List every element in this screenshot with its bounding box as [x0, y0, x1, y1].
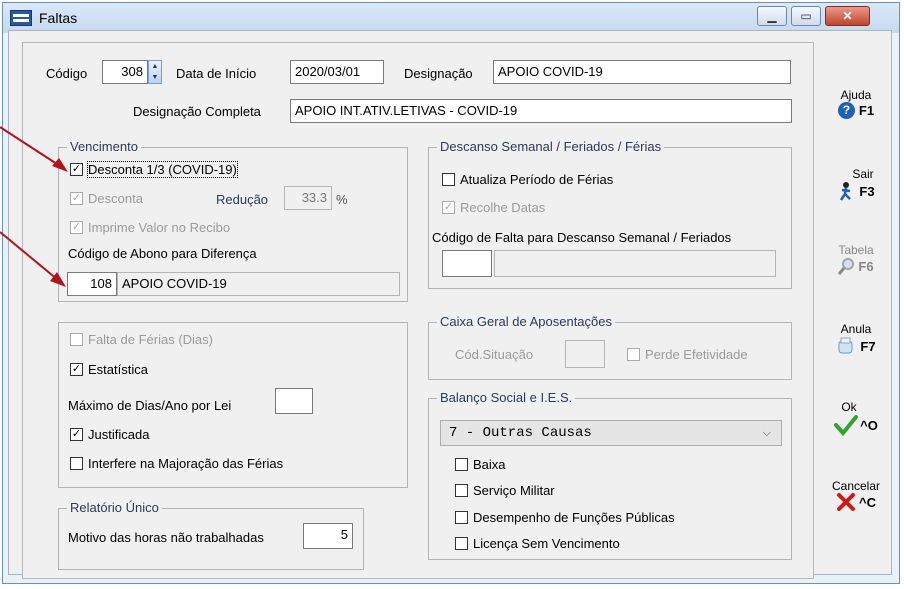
annotation-arrow	[0, 231, 66, 287]
annotation-arrow	[0, 126, 68, 172]
annotation-arrows	[0, 126, 68, 287]
